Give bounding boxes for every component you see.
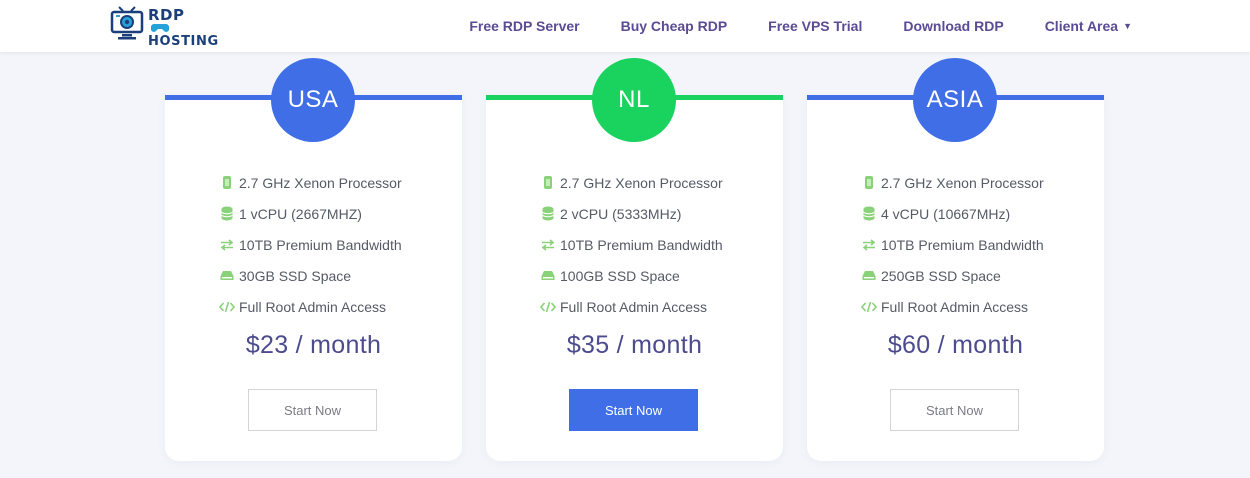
pricing-card-nl: NL 2.7 GHz Xenon Processor 2 vCPU (5333M… — [486, 58, 783, 461]
feature-item: Full Root Admin Access — [859, 291, 1044, 322]
feature-item: 10TB Premium Bandwidth — [538, 229, 723, 260]
nav-download-rdp[interactable]: Download RDP — [903, 18, 1003, 34]
feature-text: 250GB SSD Space — [881, 267, 1001, 284]
feature-text: 2.7 GHz Xenon Processor — [239, 174, 402, 191]
feature-text: Full Root Admin Access — [881, 298, 1029, 315]
nav-free-vps-trial[interactable]: Free VPS Trial — [768, 18, 862, 34]
rdp-hosting-logo[interactable]: RDP HOSTING — [110, 6, 218, 49]
feature-list: 2.7 GHz Xenon Processor 1 vCPU (2667MHZ)… — [217, 167, 402, 322]
feature-list: 2.7 GHz Xenon Processor 2 vCPU (5333MHz)… — [538, 167, 723, 322]
exchange-arrows-icon — [859, 238, 879, 251]
nav-label: Free VPS Trial — [768, 18, 863, 34]
nav-buy-cheap-rdp[interactable]: Buy Cheap RDP — [621, 18, 728, 34]
database-icon — [217, 206, 237, 221]
database-icon — [859, 206, 879, 221]
feature-text: 1 vCPU (2667MHZ) — [239, 205, 362, 222]
feature-item: 2.7 GHz Xenon Processor — [859, 167, 1044, 198]
logo-line2: HOSTING — [148, 34, 219, 49]
start-now-button[interactable]: Start Now — [890, 389, 1019, 431]
plan-price: $35 / month — [566, 331, 703, 359]
feature-item: 10TB Premium Bandwidth — [859, 229, 1044, 260]
feature-item: 2 vCPU (5333MHz) — [538, 198, 723, 229]
nav-label: Client Area — [1044, 18, 1119, 34]
nav-label: Download RDP — [903, 18, 1004, 34]
feature-text: Full Root Admin Access — [239, 298, 387, 315]
logo-text: RDP HOSTING — [148, 8, 219, 49]
feature-text: 10TB Premium Bandwidth — [239, 236, 402, 253]
feature-text: 10TB Premium Bandwidth — [560, 236, 723, 253]
caret-down-icon: ▼ — [1123, 21, 1132, 31]
nav-label: Buy Cheap RDP — [620, 18, 728, 34]
hard-drive-icon — [538, 270, 558, 281]
feature-text: Full Root Admin Access — [560, 298, 708, 315]
nav-label: Free RDP Server — [469, 18, 580, 34]
feature-text: 30GB SSD Space — [239, 267, 352, 284]
monitor-camera-icon — [110, 6, 144, 40]
hard-drive-icon — [859, 270, 879, 281]
region-badge: ASIA — [913, 58, 997, 142]
feature-text: 2 vCPU (5333MHz) — [560, 205, 682, 222]
feature-item: 2.7 GHz Xenon Processor — [538, 167, 723, 198]
region-badge: NL — [592, 58, 676, 142]
nav-free-rdp-server[interactable]: Free RDP Server — [469, 18, 579, 34]
cpu-icon — [538, 175, 558, 190]
cpu-icon — [217, 175, 237, 190]
start-now-button[interactable]: Start Now — [248, 389, 377, 431]
pricing-section: USA 2.7 GHz Xenon Processor 1 vCPU (2667… — [0, 52, 1250, 478]
feature-item: 250GB SSD Space — [859, 260, 1044, 291]
code-icon — [217, 301, 237, 313]
main-nav: Free RDP Server Buy Cheap RDP Free VPS T… — [428, 0, 1132, 52]
feature-item: 2.7 GHz Xenon Processor — [217, 167, 402, 198]
feature-list: 2.7 GHz Xenon Processor 4 vCPU (10667MHz… — [859, 167, 1044, 322]
feature-text: 10TB Premium Bandwidth — [881, 236, 1044, 253]
nav-client-area-dropdown[interactable]: Client Area ▼ — [1045, 18, 1132, 34]
pricing-card-usa: USA 2.7 GHz Xenon Processor 1 vCPU (2667… — [165, 58, 462, 461]
cpu-icon — [859, 175, 879, 190]
feature-item: 30GB SSD Space — [217, 260, 402, 291]
feature-text: 2.7 GHz Xenon Processor — [881, 174, 1044, 191]
plan-price: $23 / month — [245, 331, 382, 359]
code-icon — [859, 301, 879, 313]
feature-text: 2.7 GHz Xenon Processor — [560, 174, 723, 191]
plan-price: $60 / month — [887, 331, 1024, 359]
feature-text: 100GB SSD Space — [560, 267, 680, 284]
region-badge: USA — [271, 58, 355, 142]
feature-item: Full Root Admin Access — [538, 291, 723, 322]
code-icon — [538, 301, 558, 313]
site-header: RDP HOSTING Free RDP Server Buy Cheap RD… — [0, 0, 1250, 52]
feature-item: 1 vCPU (2667MHZ) — [217, 198, 402, 229]
hard-drive-icon — [217, 270, 237, 281]
database-icon — [538, 206, 558, 221]
feature-text: 4 vCPU (10667MHz) — [881, 205, 1011, 222]
exchange-arrows-icon — [538, 238, 558, 251]
feature-item: Full Root Admin Access — [217, 291, 402, 322]
logo-line1: RDP — [148, 6, 185, 24]
exchange-arrows-icon — [217, 238, 237, 251]
feature-item: 10TB Premium Bandwidth — [217, 229, 402, 260]
feature-item: 4 vCPU (10667MHz) — [859, 198, 1044, 229]
feature-item: 100GB SSD Space — [538, 260, 723, 291]
start-now-button[interactable]: Start Now — [569, 389, 698, 431]
pricing-card-asia: ASIA 2.7 GHz Xenon Processor 4 vCPU (106… — [807, 58, 1104, 461]
